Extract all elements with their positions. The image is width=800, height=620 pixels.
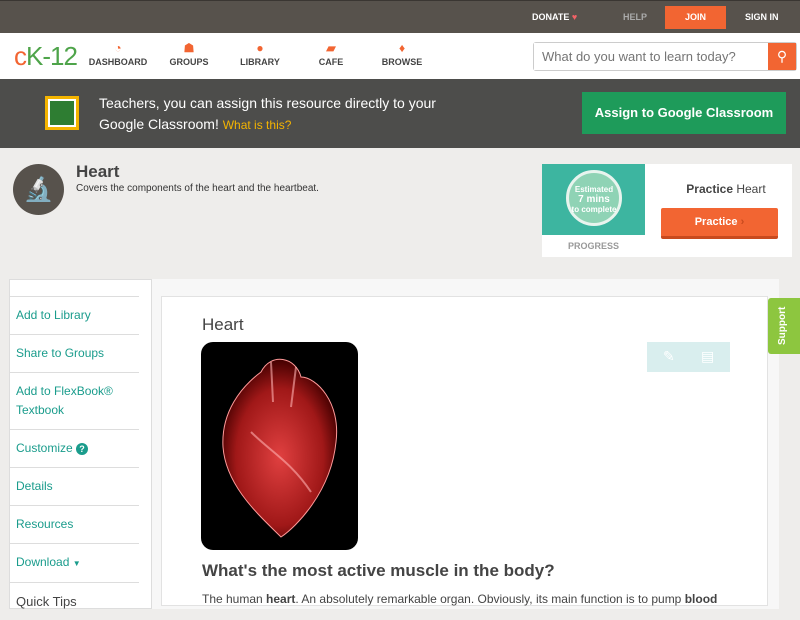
- what-is-this-link[interactable]: What is this?: [223, 118, 292, 132]
- sidebar-add-to-flexbook[interactable]: Add to FlexBook® Textbook: [9, 372, 139, 429]
- sidebar: Add to Library Share to Groups Add to Fl…: [9, 296, 139, 620]
- sidebar-resources[interactable]: Resources: [9, 505, 139, 543]
- search-icon: ⚲: [776, 48, 788, 64]
- assign-to-google-classroom-button[interactable]: Assign to Google Classroom: [582, 92, 786, 134]
- chat-icon: ▰: [326, 41, 336, 55]
- practice-image: Estimated 7 mins to complete: [542, 164, 645, 235]
- nav-cafe[interactable]: ▰ CAFE: [296, 41, 366, 67]
- sidebar-customize[interactable]: Customize ?: [9, 429, 139, 467]
- quick-tips-heading: Quick Tips: [9, 582, 139, 620]
- microscope-icon: 🔬: [13, 164, 64, 215]
- progress-label: PROGRESS: [567, 241, 619, 251]
- top-bar: DONATE ♥ HELP JOIN SIGN IN: [0, 0, 800, 33]
- backpack-icon: ●: [256, 41, 264, 55]
- sign-in-link[interactable]: SIGN IN: [745, 12, 779, 22]
- search-input[interactable]: [534, 43, 764, 70]
- nav-library[interactable]: ● LIBRARY: [225, 41, 295, 67]
- sidebar-add-to-library[interactable]: Add to Library: [9, 296, 139, 334]
- help-icon[interactable]: ?: [76, 443, 89, 455]
- content-title: Heart: [202, 315, 244, 334]
- google-classroom-banner: Teachers, you can assign this resource d…: [0, 79, 800, 148]
- pencil-icon[interactable]: ✎: [663, 348, 675, 365]
- main-nav: cK-12 ◔ DASHBOARD ☗ GROUPS ● LIBRARY ▰ CAFE …: [0, 33, 800, 79]
- gauge-icon: ◔: [114, 41, 122, 55]
- support-tab[interactable]: Support: [768, 298, 800, 354]
- content-tools: ✎ ▤: [647, 342, 730, 372]
- practice-button[interactable]: Practice ›: [661, 208, 778, 239]
- caret-down-icon: ▼: [72, 559, 81, 568]
- heart-icon: ♥: [571, 12, 578, 22]
- content-question: What's the most active muscle in the bod…: [202, 561, 555, 580]
- concept-title: Heart: [76, 162, 120, 181]
- heart-image: [201, 342, 358, 550]
- notes-icon[interactable]: ▤: [701, 348, 714, 365]
- concept-subtitle: Covers the components of the heart and t…: [76, 183, 319, 194]
- lightbulb-icon: ♦: [398, 41, 406, 55]
- join-button[interactable]: JOIN: [665, 6, 726, 29]
- search-button[interactable]: ⚲: [768, 43, 796, 70]
- estimate-badge: Estimated 7 mins to complete: [566, 170, 622, 226]
- donate-link[interactable]: DONATE ♥: [532, 12, 577, 22]
- banner-text: Teachers, you can assign this resource d…: [99, 95, 436, 132]
- sidebar-download[interactable]: Download ▼: [9, 543, 139, 582]
- search-box: ⚲: [533, 42, 797, 71]
- help-link[interactable]: HELP: [623, 12, 647, 22]
- practice-card: Estimated 7 mins to complete PROGRESS Prac…: [542, 164, 792, 257]
- sidebar-share-to-groups[interactable]: Share to Groups: [9, 334, 139, 372]
- nav-groups[interactable]: ☗ GROUPS: [154, 41, 224, 67]
- content-paragraph: The human heart. An absolutely remarkabl…: [202, 592, 718, 606]
- nav-browse[interactable]: ♦ BROWSE: [367, 41, 437, 67]
- chevron-right-icon: ›: [740, 216, 745, 228]
- nav-dashboard[interactable]: ◔ DASHBOARD: [83, 41, 153, 67]
- ck12-logo[interactable]: cK-12: [14, 41, 78, 72]
- google-classroom-icon: [45, 96, 79, 130]
- practice-title: Practice Heart: [686, 182, 766, 196]
- sidebar-details[interactable]: Details: [9, 467, 139, 505]
- people-icon: ☗: [183, 41, 195, 55]
